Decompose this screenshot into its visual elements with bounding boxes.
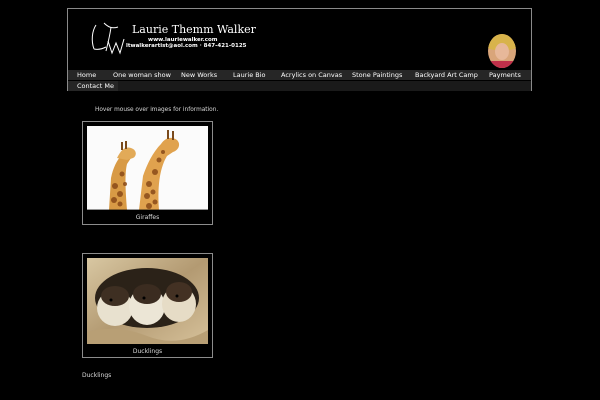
nav-row-2-bg <box>118 81 531 91</box>
nav-home[interactable]: Home <box>77 70 96 80</box>
nav-backyard-art-camp[interactable]: Backyard Art Camp <box>415 70 478 80</box>
nav-contact-me[interactable]: Contact Me <box>77 81 114 91</box>
site-header: Laurie Themm Walker www.lauriewalker.com… <box>67 8 532 91</box>
hover-hint: Hover mouse over images for information. <box>95 107 219 113</box>
main-nav: Home One woman show New Works Laurie Bio… <box>68 70 531 80</box>
nav-new-works[interactable]: New Works <box>181 70 217 80</box>
caption-ducklings: Ducklings <box>132 348 163 355</box>
site-name: Laurie Themm Walker <box>132 23 256 36</box>
nav-laurie-bio[interactable]: Laurie Bio <box>233 70 266 80</box>
giraffes-image[interactable] <box>87 126 208 210</box>
artist-portrait <box>488 34 516 68</box>
nav-stone-paintings[interactable]: Stone Paintings <box>352 70 402 80</box>
nav-acrylics-on-canvas[interactable]: Acrylics on Canvas <box>281 70 342 80</box>
site-contact: ltwalkerartist@aol.com · 847-421-0125 <box>126 43 247 49</box>
gallery-card-ducklings[interactable]: Ducklings <box>82 253 213 358</box>
monogram-logo <box>91 22 125 55</box>
nav-payments[interactable]: Payments <box>489 70 521 80</box>
ducklings-bottom-caption: Ducklings <box>82 372 112 379</box>
site-logo[interactable]: Laurie Themm Walker www.lauriewalker.com… <box>88 19 288 59</box>
ducklings-image[interactable] <box>87 258 208 344</box>
gallery-card-giraffes[interactable]: Giraffes <box>82 121 213 225</box>
caption-giraffes: Giraffes <box>135 214 160 221</box>
nav-one-woman-show[interactable]: One woman show <box>113 70 171 80</box>
nav-row-2: Contact Me <box>68 81 118 91</box>
